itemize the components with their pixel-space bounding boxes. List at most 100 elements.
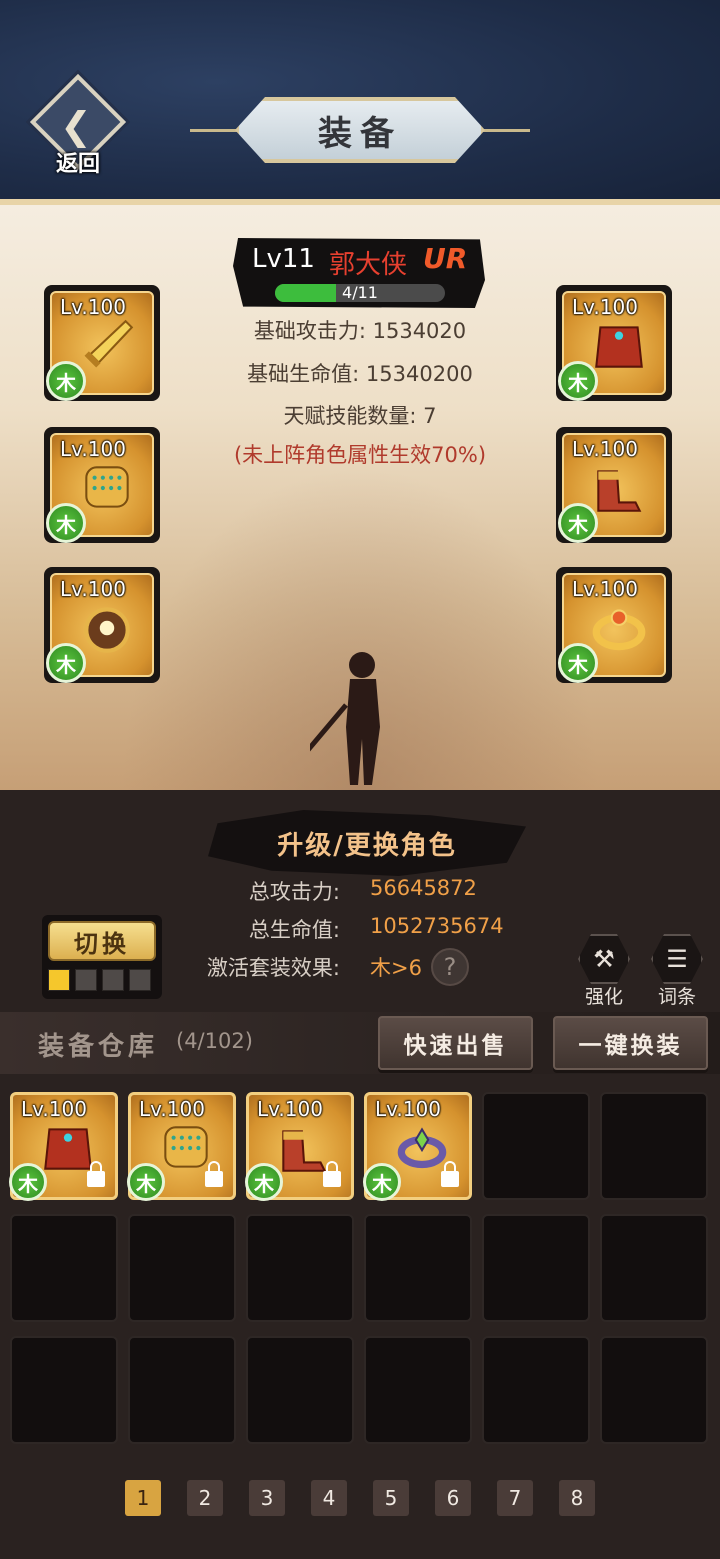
storage-grid: Lv.100 木 Lv.100 木 Lv.100 木 Lv.100 木 [9,1092,708,1444]
storage-header: 装备仓库 (4/102) 快速出售 一键换装 [0,1012,720,1074]
element-wood-icon: 木 [46,643,86,683]
storage-slot [482,1214,590,1322]
element-wood-icon: 木 [46,361,86,401]
back-arrow-icon: ❮ [60,104,92,148]
bottom-panel: 升级/更换角色 总攻击力: 56645872 总生命值: 1052735674 … [0,790,720,1559]
page-button-6[interactable]: 6 [435,1480,471,1516]
equip-slot-amulet[interactable]: Lv.100 木 [44,567,160,683]
slot-frame: Lv.100 木 [558,573,666,683]
page-button-2[interactable]: 2 [187,1480,223,1516]
page-title: 装备 [318,113,402,154]
character-xp-bar: 4/11 [275,284,445,302]
back-button[interactable]: ❮ 返回 [29,73,127,178]
ring-icon [592,609,646,651]
character-scene: Lv11 郭大侠 UR 4/11 基础攻击力: 1534020 基础生命值: 1… [0,205,720,790]
switch-button[interactable]: 切换 [48,921,156,961]
storage-slot[interactable]: Lv.100 木 [245,1092,354,1201]
element-wood-icon: 木 [9,1163,47,1201]
loadout-switch: 切换 [42,915,162,999]
amulet-icon [84,607,130,653]
equip-slot-ring[interactable]: Lv.100 木 [556,567,672,683]
bracer-icon [85,466,129,508]
character-rarity: UR [423,242,468,275]
equip-slot-boots[interactable]: Lv.100 木 [556,427,672,543]
upgrade-change-button[interactable]: 升级/更换角色 [208,810,526,876]
storage-slot [10,1336,118,1444]
character-info-panel: Lv11 郭大侠 UR 4/11 [233,238,485,308]
total-attack-label: 总攻击力: [248,880,340,904]
element-wood-icon: 木 [558,361,598,401]
armor-icon [595,326,643,368]
loadout-dot-4[interactable] [129,969,151,991]
lock-icon [323,1161,341,1187]
title-ornament-left [190,129,238,132]
equip-slot-armor[interactable]: Lv.100 木 [556,285,672,401]
page-title-plate: 装备 [235,97,485,163]
one-click-equip-button[interactable]: 一键换装 [553,1016,708,1070]
storage-count: (4/102) [176,1029,253,1053]
lock-icon [205,1161,223,1187]
page-button-1[interactable]: 1 [125,1480,161,1516]
upgrade-change-label: 升级/更换角色 [277,830,457,861]
loadout-dot-2[interactable] [75,969,97,991]
page-button-8[interactable]: 8 [559,1480,595,1516]
page-button-7[interactable]: 7 [497,1480,533,1516]
storage-slot [482,1336,590,1444]
storage-slot [128,1336,236,1444]
help-icon[interactable]: ? [431,948,469,986]
storage-slot [364,1214,472,1322]
equip-slot-bracer[interactable]: Lv.100 木 [44,427,160,543]
storage-slot [128,1214,236,1322]
lock-icon [441,1161,459,1187]
item-level: Lv.100 [572,437,638,461]
slot-frame: Lv.100 木 [46,433,154,543]
storage-slot [364,1336,472,1444]
item-level: Lv.100 [375,1097,441,1121]
loadout-dots [48,969,151,991]
slot-frame: Lv.100 木 [558,291,666,401]
affix-button[interactable]: ☰ 词条 [647,934,707,1008]
element-wood-icon: 木 [558,503,598,543]
item-level: Lv.100 [60,577,126,601]
total-attack-value: 56645872 [370,876,477,900]
title-ornament-right [482,129,530,132]
item-level: Lv.100 [572,577,638,601]
loadout-dot-3[interactable] [102,969,124,991]
list-icon: ☰ [651,934,703,984]
storage-slot [246,1214,354,1322]
xp-text: 4/11 [342,284,378,302]
slot-frame: Lv.100 木 [46,573,154,683]
character-level: Lv11 [252,244,315,274]
page-button-3[interactable]: 3 [249,1480,285,1516]
character-name: 郭大侠 [329,250,408,280]
total-hp-value: 1052735674 [370,914,504,938]
equip-slot-weapon[interactable]: Lv.100 木 [44,285,160,401]
storage-slot[interactable]: Lv.100 木 [9,1092,118,1201]
item-level: Lv.100 [21,1097,87,1121]
storage-title: 装备仓库 [38,1032,159,1062]
talent-count: 天赋技能数量: 7 [283,404,437,428]
lock-icon [87,1161,105,1187]
storage-slot[interactable]: Lv.100 木 [127,1092,236,1201]
element-wood-icon: 木 [245,1163,283,1201]
affix-label: 词条 [657,986,696,1008]
header-bar: ❮ 返回 装备 [0,0,720,205]
boots-icon [597,470,642,512]
storage-slot [600,1214,708,1322]
loadout-dot-1[interactable] [48,969,70,991]
back-label: 返回 [55,152,100,177]
item-level: Lv.100 [60,295,126,319]
set-effect-value: 木>6 [370,956,422,980]
page-button-4[interactable]: 4 [311,1480,347,1516]
item-level: Lv.100 [139,1097,205,1121]
quick-sell-button[interactable]: 快速出售 [378,1016,533,1070]
enhance-button[interactable]: ⚒ 强化 [574,934,634,1008]
element-wood-icon: 木 [127,1163,165,1201]
storage-slot[interactable]: Lv.100 木 [363,1092,472,1201]
hammers-icon: ⚒ [578,934,630,984]
page-button-5[interactable]: 5 [373,1480,409,1516]
storage-slot [600,1336,708,1444]
element-wood-icon: 木 [46,503,86,543]
storage-slot [600,1092,708,1200]
item-level: Lv.100 [60,437,126,461]
